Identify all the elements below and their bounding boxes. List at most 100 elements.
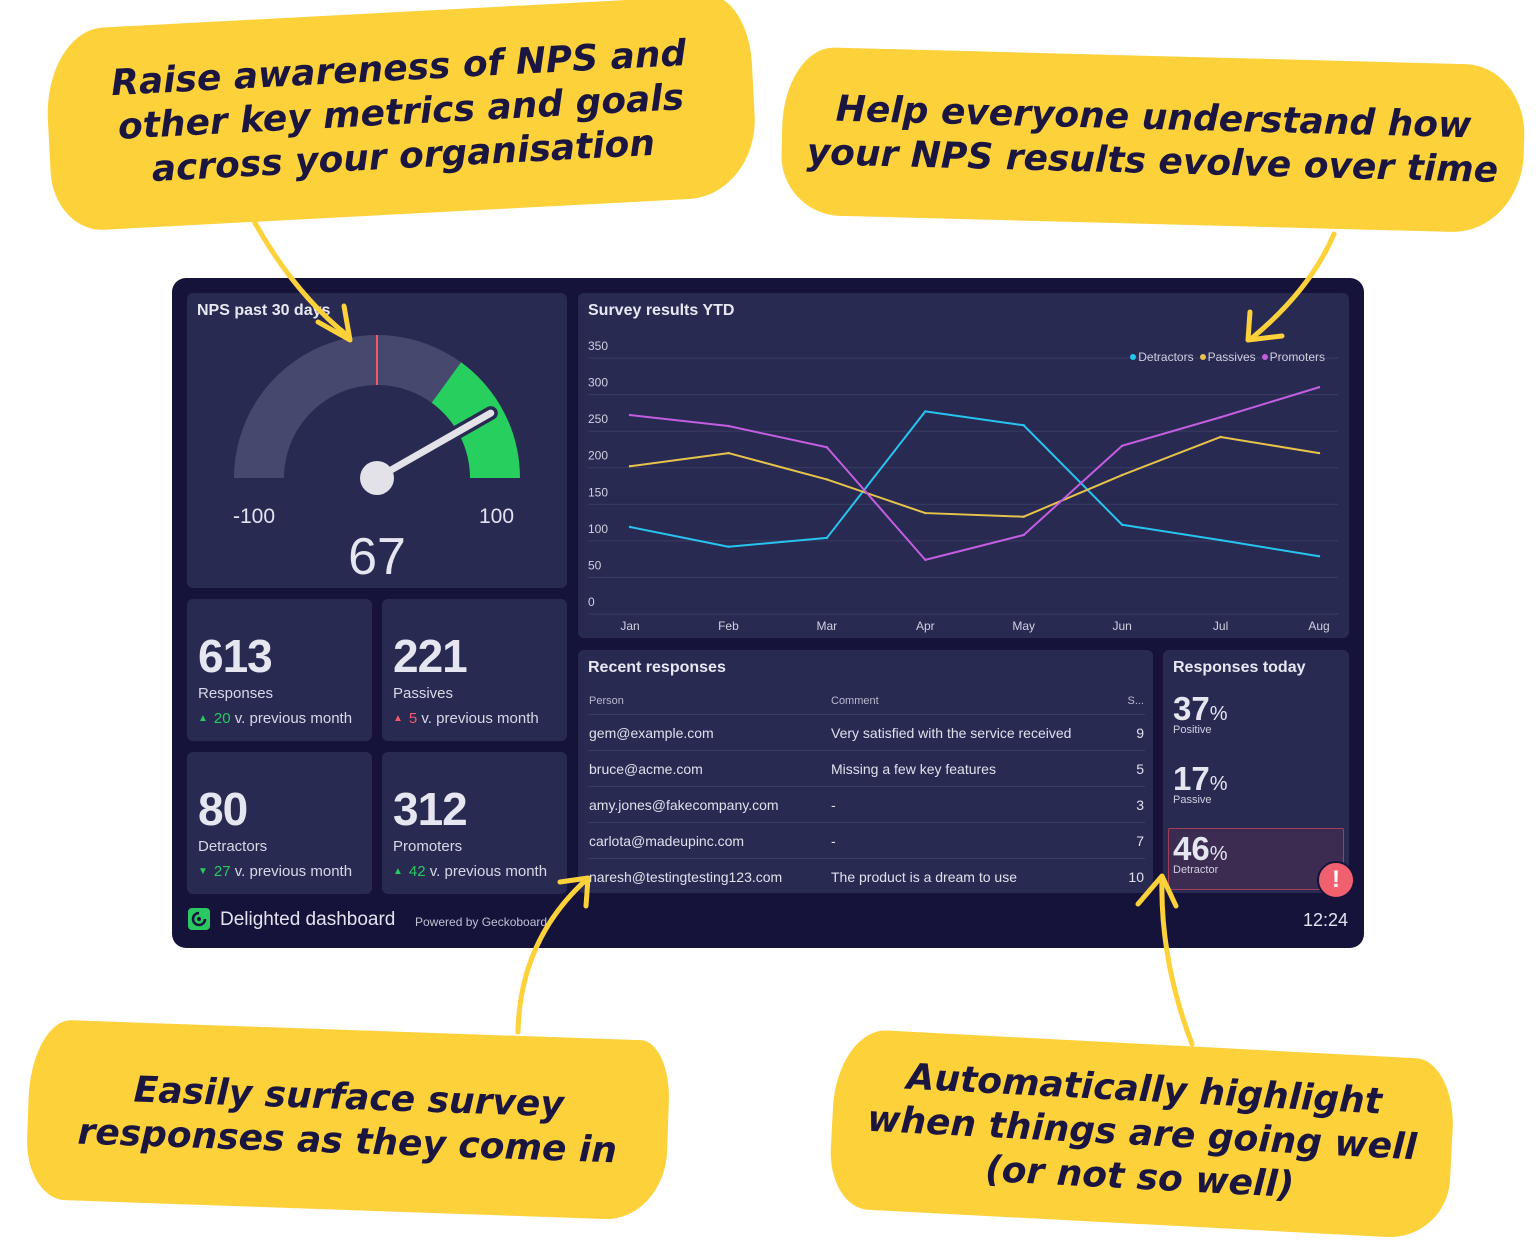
dashboard-title: Delighted dashboard: [220, 909, 396, 930]
cell-score: 9: [1113, 714, 1145, 751]
stat-value: 613: [198, 630, 273, 682]
cell-score: 3: [1113, 786, 1145, 823]
stat-label: Passives: [393, 685, 454, 702]
series-line-detractors: [629, 410, 1320, 558]
powered-by-label[interactable]: Powered by Geckoboard: [415, 915, 547, 929]
change-suffix: v. previous month: [234, 710, 353, 727]
data-point: [1120, 473, 1124, 477]
y-tick-label: 300: [588, 376, 608, 390]
data-point: [1120, 523, 1124, 526]
data-point: [727, 451, 730, 455]
x-tick-label: Jun: [1112, 619, 1131, 633]
x-tick-label: Aug: [1308, 619, 1329, 633]
table-header-row: Person Comment S...: [588, 688, 1145, 715]
table-row: gem@example.com Very satisfied with the …: [588, 714, 1145, 751]
cell-comment: Very satisfied with the service received: [830, 714, 1113, 751]
stat-value: 312: [393, 783, 468, 835]
legend-label: Passives: [1207, 350, 1256, 364]
data-point: [825, 446, 829, 449]
cell-person: bruce@acme.com: [588, 750, 830, 787]
line-chart: 0 50 100 150 200 250 300 350 Jan Feb Mar Apr May Jun J…: [588, 339, 1338, 633]
callout-raise-awareness: Raise awareness of NPS and other key met…: [43, 0, 759, 233]
data-point: [825, 478, 829, 481]
chart-title: Survey results YTD: [588, 302, 735, 319]
pct-positive: 37% Positive: [1173, 690, 1228, 736]
cell-comment: -: [830, 786, 1113, 823]
cell-person: carlota@madeupinc.com: [588, 822, 830, 859]
change-suffix: v. previous month: [234, 863, 353, 880]
table-row: amy.jones@fakecompany.com - 3: [588, 786, 1145, 823]
clock: 12:24: [1302, 910, 1348, 930]
data-point: [1317, 451, 1321, 455]
stat-label: Promoters: [393, 838, 463, 855]
y-tick-label: 150: [588, 485, 608, 499]
x-tick-label: May: [1012, 619, 1035, 633]
legend-item-promoters[interactable]: Promoters: [1261, 350, 1325, 364]
stat-responses: 613 Responses ▲ 20 v. previous month: [187, 599, 372, 741]
change-value: 5: [408, 710, 418, 727]
stat-label: Detractors: [198, 838, 268, 855]
survey-results-chart-widget: 0 50 100 150 200 250 300 350 Jan Feb Mar Apr May Jun J…: [578, 293, 1349, 638]
arrow-up-icon: ▲: [393, 713, 403, 724]
stat-value: 80: [198, 783, 248, 835]
change-value: 27: [213, 863, 231, 880]
y-tick-label: 50: [588, 558, 602, 572]
table-row: naresh@testingtesting123.com The product…: [588, 859, 1145, 895]
data-point: [727, 545, 730, 548]
table-title: Recent responses: [588, 659, 726, 676]
cell-person: gem@example.com: [588, 714, 830, 751]
data-point: [1219, 538, 1222, 542]
data-point: [924, 558, 927, 562]
widget-title: NPS past 30 days: [197, 302, 331, 319]
nps-gauge-widget: NPS past 30 days -100 100 67: [187, 293, 567, 588]
stat-label: Responses: [198, 685, 274, 702]
legend-label: Promoters: [1269, 350, 1325, 364]
callout-surface-responses: Easily surface survey responses as they …: [25, 1018, 671, 1222]
stat-change: ▲ 42 v. previous month: [393, 863, 547, 880]
pct-unit: %: [1209, 703, 1228, 725]
data-point: [825, 536, 829, 540]
legend-item-detractors[interactable]: Detractors: [1130, 350, 1194, 364]
widget-title: Responses today: [1173, 659, 1306, 676]
pct-detractor: 46% Detractor: [1173, 830, 1228, 876]
pct-value: 37: [1173, 690, 1210, 727]
column-header-comment[interactable]: Comment: [830, 688, 1113, 715]
table-row: bruce@acme.com Missing a few key feature…: [588, 750, 1145, 787]
data-point: [1219, 416, 1222, 419]
legend-dot-icon: [1199, 354, 1206, 360]
cell-comment: The product is a dream to use: [831, 868, 1017, 885]
y-tick-label: 100: [588, 522, 608, 536]
delighted-logo-icon: [188, 908, 210, 930]
data-point: [628, 525, 632, 529]
gauge-value: 67: [348, 528, 406, 586]
y-tick-label: 0: [588, 595, 595, 609]
gauge-needle-hub: [360, 461, 394, 495]
pct-unit: %: [1209, 843, 1228, 865]
cell-score: 10: [1128, 868, 1144, 885]
data-point: [1317, 555, 1321, 558]
gauge-max-label: 100: [479, 505, 515, 528]
legend-label: Detractors: [1138, 350, 1194, 364]
y-tick-label: 350: [588, 339, 608, 353]
pct-passive: 17% Passive: [1173, 760, 1228, 806]
stat-passives: 221 Passives ▲ 5 v. previous month: [382, 599, 567, 741]
callout-evolve-over-time: Help everyone understand how your NPS re…: [779, 46, 1527, 234]
responses-table: Person Comment S... gem@example.com Very…: [588, 688, 1145, 894]
column-header-score[interactable]: S...: [1113, 688, 1145, 715]
stat-change: ▼ 27 v. previous month: [198, 863, 352, 880]
alert-icon: !: [1317, 861, 1355, 899]
dashboard: NPS past 30 days -100 100 67 613 Respons…: [172, 278, 1364, 948]
change-value: 20: [213, 710, 231, 727]
column-header-person[interactable]: Person: [588, 688, 830, 715]
data-point: [1219, 435, 1222, 439]
data-point: [1317, 386, 1321, 389]
pct-unit: %: [1209, 773, 1228, 795]
callout-auto-highlight: Automatically highlight when things are …: [827, 1027, 1457, 1240]
data-point: [1120, 444, 1124, 447]
legend-item-passives[interactable]: Passives: [1199, 350, 1256, 364]
table-row: carlota@madeupinc.com - 7: [588, 822, 1145, 859]
data-point: [1022, 424, 1025, 427]
arrow-up-icon: ▲: [393, 866, 403, 877]
cell-person: amy.jones@fakecompany.com: [588, 786, 830, 823]
pct-label: Passive: [1173, 794, 1212, 806]
